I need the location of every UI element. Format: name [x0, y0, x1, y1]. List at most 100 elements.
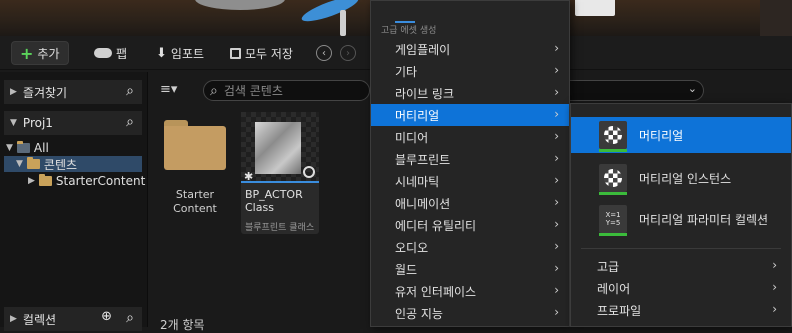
menu-item-media[interactable]: 미디어 › — [371, 126, 569, 148]
menu-item-editor-utility[interactable]: 에디터 유틸리티 › — [371, 214, 569, 236]
chevron-right-icon: › — [554, 63, 559, 77]
tree-item-content[interactable]: ▼ 콘텐츠 — [4, 156, 142, 172]
viewport-object — [340, 10, 346, 36]
import-button[interactable]: ⬇ 임포트 — [148, 41, 212, 65]
add-button[interactable]: + 추가 — [11, 41, 69, 65]
tree-item-startercontent[interactable]: ▶ StarterContent — [28, 173, 145, 189]
menu-item-cinematic[interactable]: 시네마틱 › — [371, 170, 569, 192]
search-icon: ⌕ — [210, 82, 218, 99]
menu-section-header: 고급 에셋 생성 — [381, 26, 437, 36]
chevron-right-icon: › — [554, 107, 559, 121]
menu-item-label: 유저 인터페이스 — [395, 284, 477, 299]
menu-item-misc[interactable]: 기타 › — [371, 60, 569, 82]
menu-item-label: 시네마틱 — [395, 174, 440, 189]
submenu-item-material-instance[interactable]: 머티리얼 인스턴스 — [571, 160, 791, 196]
chevron-right-icon: › — [772, 258, 777, 272]
submenu-item-layer[interactable]: 레이어 › — [571, 277, 791, 299]
material-submenu: 머티리얼 머티리얼 인스턴스 X=1 Y=5 머티리얼 파라미터 컬렉션 고급 … — [570, 103, 792, 327]
asset-name: BP_ACTOR Class — [245, 188, 303, 214]
asset-type-bar — [241, 181, 319, 183]
fab-button[interactable]: 팹 — [86, 41, 135, 65]
viewport-object — [195, 0, 285, 10]
project-label: Proj1 — [22, 116, 53, 130]
tree-item-all[interactable]: ▼ All — [6, 140, 49, 156]
param-icon-line: X=1 — [605, 211, 621, 219]
menu-item-label: 기타 — [395, 64, 418, 79]
folder-name: Content — [173, 202, 217, 215]
back-arrow-icon[interactable]: ‹ — [316, 45, 332, 61]
menu-item-ai[interactable]: 인공 지능 › — [371, 302, 569, 324]
asset-name-line: BP_ACTOR — [245, 188, 303, 201]
menu-item-gameplay[interactable]: 게임플레이 › — [371, 38, 569, 60]
save-all-button[interactable]: 모두 저장 — [222, 41, 301, 65]
chevron-right-icon: › — [554, 129, 559, 143]
search-icon[interactable]: ⌕ — [126, 310, 134, 326]
submenu-item-profile[interactable]: 프로파일 › — [571, 299, 791, 321]
forward-arrow-icon[interactable]: › — [340, 45, 356, 61]
menu-item-label: 라이브 링크 — [395, 86, 455, 101]
asset-view: ≡▾ Starter Content ✱ BP_ACTOR Class 블루프린… — [150, 72, 370, 332]
fab-button-label: 팹 — [116, 46, 128, 61]
submenu-item-label: 프로파일 — [597, 303, 642, 318]
menu-item-user-interface[interactable]: 유저 인터페이스 › — [371, 280, 569, 302]
create-advanced-asset-menu: 고급 에셋 생성 게임플레이 › 기타 › 라이브 링크 › 머티리얼 › 미디어 › 블루프린트 ›… — [370, 0, 570, 327]
folder-tile[interactable] — [164, 120, 226, 170]
item-count: 2개 항목 — [160, 318, 205, 332]
submenu-item-label: 머티리얼 인스턴스 — [639, 171, 732, 186]
chevron-right-icon: › — [554, 195, 559, 209]
menu-item-world[interactable]: 월드 › — [371, 258, 569, 280]
menu-item-label: 머티리얼 — [395, 108, 440, 123]
menu-item-audio[interactable]: 오디오 › — [371, 236, 569, 258]
path-dropdown[interactable]: ⌄ — [570, 80, 704, 101]
menu-item-live-link[interactable]: 라이브 링크 › — [371, 82, 569, 104]
chevron-right-icon: › — [554, 261, 559, 275]
chevron-right-icon: › — [554, 85, 559, 99]
chevron-right-icon: › — [772, 280, 777, 294]
collapse-arrow-icon: ▼ — [16, 159, 23, 169]
import-button-label: 임포트 — [170, 46, 205, 61]
search-input[interactable]: ⌕ 검색 콘텐츠 — [203, 80, 370, 101]
blueprint-tile[interactable]: ✱ BP_ACTOR Class 블루프린트 클래스 — [241, 112, 319, 234]
folder-icon — [26, 157, 40, 169]
folder-label: Starter Content — [164, 188, 226, 216]
folder-icon — [16, 141, 30, 153]
import-icon: ⬇ — [156, 45, 167, 61]
menu-item-label: 블루프린트 — [395, 152, 451, 167]
chevron-right-icon: › — [554, 173, 559, 187]
filter-icon[interactable]: ≡▾ — [160, 82, 177, 97]
submenu-item-label: 머티리얼 — [639, 128, 684, 143]
add-circle-icon[interactable]: ⊕ — [101, 309, 112, 324]
material-instance-icon — [599, 164, 627, 195]
menu-item-blueprint[interactable]: 블루프린트 › — [371, 148, 569, 170]
parameter-collection-icon: X=1 Y=5 — [599, 205, 627, 236]
material-sphere-icon — [599, 121, 627, 152]
submenu-item-material-parameter-collection[interactable]: X=1 Y=5 머티리얼 파라미터 컬렉션 — [571, 201, 791, 237]
submenu-item-label: 고급 — [597, 259, 620, 274]
submenu-item-label: 머티리얼 파라미터 컬렉션 — [639, 212, 769, 227]
menu-item-animation[interactable]: 애니메이션 › — [371, 192, 569, 214]
menu-top-icon — [395, 3, 415, 23]
chevron-right-icon: › — [554, 239, 559, 253]
project-header[interactable]: ▼ Proj1 ⌕ — [4, 111, 142, 135]
menu-item-label: 에디터 유틸리티 — [395, 218, 477, 233]
viewport-object — [760, 0, 792, 36]
chevron-right-icon: › — [554, 283, 559, 297]
favorites-header[interactable]: ▶ 즐겨찾기 ⌕ — [4, 80, 142, 104]
menu-item-label: 미디어 — [395, 130, 429, 145]
collections-header[interactable]: ▶ 컬렉션 ⊕ ⌕ — [4, 307, 142, 331]
submenu-item-advanced[interactable]: 고급 › — [571, 255, 791, 277]
submenu-item-material[interactable]: 머티리얼 — [571, 117, 791, 153]
menu-item-label: 오디오 — [395, 240, 429, 255]
search-icon[interactable]: ⌕ — [126, 83, 134, 99]
search-icon[interactable]: ⌕ — [126, 114, 134, 130]
menu-item-material[interactable]: 머티리얼 › — [371, 104, 569, 126]
sources-panel: ▶ 즐겨찾기 ⌕ ▼ Proj1 ⌕ ▼ All ▼ 콘텐츠 ▶ Starter… — [0, 72, 148, 331]
plus-icon: + — [20, 43, 34, 63]
search-placeholder: 검색 콘텐츠 — [223, 84, 283, 98]
save-all-button-label: 모두 저장 — [245, 46, 293, 61]
tree-item-label: All — [33, 141, 49, 155]
favorites-label: 즐겨찾기 — [22, 85, 68, 100]
add-button-label: 추가 — [37, 46, 60, 61]
asset-name-line: Class — [245, 201, 274, 214]
actor-icon — [303, 166, 315, 178]
